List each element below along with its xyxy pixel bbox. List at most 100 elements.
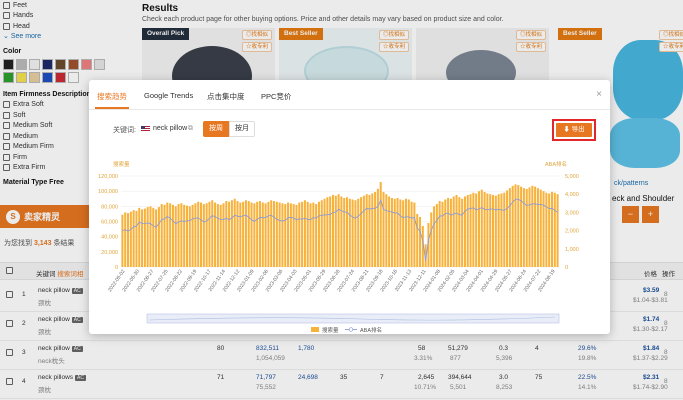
search-volume-bar (278, 202, 281, 267)
search-volume-bar (163, 204, 166, 267)
right-axis-label: ABA排名 (545, 160, 567, 168)
left-tick-label: 40,000 (101, 235, 118, 241)
search-volume-bar (320, 200, 323, 267)
search-volume-bar (368, 194, 371, 267)
right-tick-label: 3,000 (565, 210, 579, 216)
search-volume-bar (155, 209, 158, 267)
search-volume-bar (312, 202, 315, 267)
search-volume-bar (357, 198, 360, 267)
search-volume-bar (205, 203, 208, 267)
right-tick-label: 1,000 (565, 247, 579, 253)
search-volume-bar (483, 191, 486, 267)
search-volume-bar (281, 203, 284, 267)
search-trend-chart: 0 20,000 40,000 60,000 80,000 100,000 120,000 5… (98, 160, 579, 334)
search-volume-bar (390, 197, 393, 267)
right-tick-label: 5,000 (565, 174, 579, 180)
search-volume-bar (435, 204, 438, 267)
search-volume-bar (273, 201, 276, 267)
search-volume-bar (329, 196, 332, 267)
search-volume-bar (121, 214, 124, 267)
search-volume-bar (433, 206, 436, 267)
search-volume-bar (536, 188, 539, 267)
search-volume-bar (542, 191, 545, 267)
search-volume-bar (208, 201, 211, 267)
search-volume-bar (295, 204, 298, 267)
search-volume-bar (191, 204, 194, 267)
left-tick-label: 60,000 (101, 220, 118, 226)
search-volume-bar (171, 204, 174, 267)
search-volume-bar (315, 204, 318, 267)
legend-rank-label: ABA排名 (360, 326, 382, 334)
search-volume-bar (141, 209, 144, 267)
search-volume-bar (264, 203, 267, 267)
search-volume-bar (183, 204, 186, 267)
right-tick-label: 4,000 (565, 192, 579, 198)
search-volume-bar (382, 191, 385, 267)
search-volume-bar (289, 203, 292, 267)
search-volume-bar (455, 194, 458, 267)
search-volume-bar (458, 197, 461, 267)
search-volume-bar (441, 201, 444, 267)
search-volume-bar (323, 198, 326, 267)
search-volume-bar (306, 201, 309, 267)
search-volume-bar (236, 201, 239, 267)
search-volume-bar (225, 201, 228, 267)
legend-rank-marker (348, 327, 354, 332)
search-volume-bar (301, 201, 304, 267)
trend-modal: 搜索趋势 Google Trends 点击集中度 PPC竞价 × 关键词: ne… (89, 80, 610, 334)
search-volume-bar (337, 194, 340, 267)
search-volume-bar (413, 202, 416, 267)
search-volume-bar (407, 199, 410, 267)
search-volume-bar (486, 193, 489, 267)
search-volume-bar (362, 195, 365, 267)
left-tick-label: 0 (115, 265, 118, 271)
search-volume-bar (334, 195, 337, 267)
search-volume-bar (343, 197, 346, 267)
search-volume-bar (497, 194, 500, 267)
search-volume-bar (166, 202, 169, 267)
left-axis-label: 搜索量 (113, 160, 130, 168)
search-volume-bar (242, 201, 245, 267)
search-volume-bar (317, 201, 320, 267)
search-volume-bar (461, 198, 464, 267)
left-tick-label: 100,000 (98, 189, 118, 195)
search-volume-bar (219, 204, 222, 267)
right-tick-label: 0 (565, 265, 568, 271)
search-volume-bar (522, 188, 525, 267)
search-volume-bar (326, 197, 329, 267)
search-volume-bar (132, 210, 135, 267)
search-volume-bar (194, 203, 197, 267)
search-volume-bar (354, 200, 357, 267)
search-volume-bar (365, 194, 368, 267)
search-volume-bar (160, 204, 163, 267)
search-volume-bar (247, 201, 250, 267)
search-volume-bar (253, 203, 256, 267)
search-volume-bar (475, 193, 478, 267)
search-volume-bar (419, 216, 422, 267)
search-volume-bar (553, 192, 556, 267)
legend-volume-swatch (311, 327, 319, 332)
search-volume-bar (517, 185, 520, 267)
search-volume-bar (216, 204, 219, 267)
search-volume-bar (233, 198, 236, 267)
search-volume-bar (556, 194, 559, 267)
search-volume-bar (214, 202, 217, 267)
search-volume-bar (466, 194, 469, 267)
search-volume-bar (309, 203, 312, 267)
search-volume-bar (503, 192, 506, 267)
search-volume-bar (348, 198, 351, 267)
search-volume-bar (250, 202, 253, 267)
search-volume-bar (124, 212, 127, 267)
search-volume-bar (410, 201, 413, 267)
search-volume-bar (494, 195, 497, 267)
search-volume-bar (492, 194, 495, 267)
search-volume-bar (447, 197, 450, 267)
search-volume-bar (463, 196, 466, 267)
search-volume-bar (267, 201, 270, 267)
left-tick-label: 80,000 (101, 204, 118, 210)
search-volume-bar (346, 197, 349, 267)
search-volume-bar (534, 186, 537, 267)
search-volume-bar (399, 199, 402, 267)
search-volume-bar (379, 182, 382, 267)
search-volume-bar (298, 202, 301, 267)
